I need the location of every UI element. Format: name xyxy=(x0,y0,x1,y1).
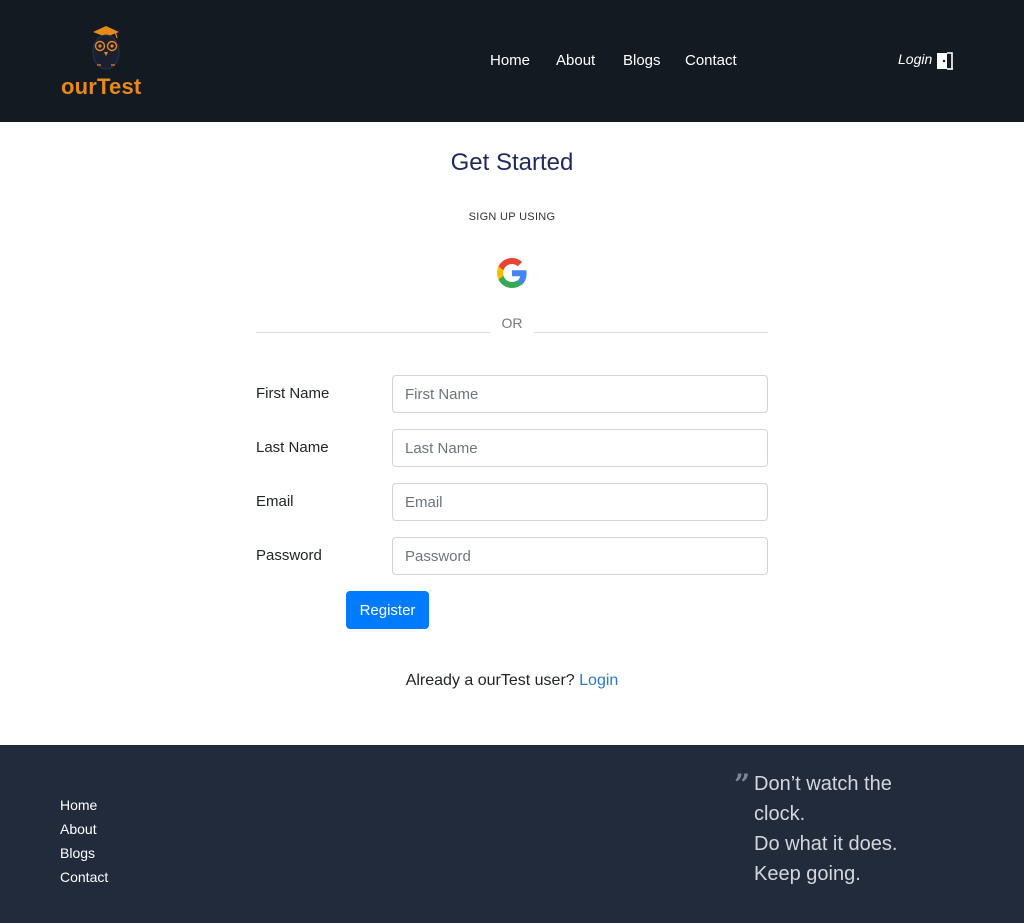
nav-blogs[interactable]: Blogs xyxy=(623,52,661,69)
nav-about[interactable]: About xyxy=(556,52,595,69)
quote-line: Keep going. xyxy=(754,863,861,885)
site-header: ourTest Home About Blogs Contact Login xyxy=(0,0,1024,122)
password-field[interactable] xyxy=(392,537,768,575)
quote-line: clock. xyxy=(754,803,806,825)
footer-link-about[interactable]: About xyxy=(60,821,97,837)
quote-line: Do what it does. xyxy=(754,833,898,855)
header-login-link[interactable]: Login xyxy=(898,51,932,67)
first-name-field[interactable] xyxy=(392,375,768,413)
brand-name: ourTest xyxy=(61,74,142,99)
footer-link-blogs[interactable]: Blogs xyxy=(60,845,95,861)
email-label: Email xyxy=(256,493,294,510)
divider-right xyxy=(534,332,768,333)
already-user-text: Already a ourTest user? Login xyxy=(0,672,1024,690)
nav-contact[interactable]: Contact xyxy=(685,52,737,69)
footer-link-contact[interactable]: Contact xyxy=(60,869,108,885)
owl-logo-icon xyxy=(92,26,120,70)
already-user-prompt: Already a ourTest user? xyxy=(405,672,575,689)
quote-mark-icon: ” xyxy=(734,768,751,801)
site-footer: Home About Blogs Contact ” Don’t watch t… xyxy=(0,745,1024,923)
last-name-label: Last Name xyxy=(256,439,329,456)
login-link[interactable]: Login xyxy=(579,672,618,689)
last-name-field[interactable] xyxy=(392,429,768,467)
divider-left xyxy=(256,332,490,333)
quote-line: Don’t watch the xyxy=(754,773,892,795)
email-field[interactable] xyxy=(392,483,768,521)
signup-using-label: SIGN UP USING xyxy=(468,211,556,223)
password-label: Password xyxy=(256,547,322,564)
google-icon[interactable] xyxy=(492,253,532,293)
door-login-icon[interactable] xyxy=(936,52,954,70)
footer-link-home[interactable]: Home xyxy=(60,797,97,813)
nav-home[interactable]: Home xyxy=(490,52,530,69)
brand-logo[interactable]: ourTest xyxy=(58,24,154,102)
first-name-label: First Name xyxy=(256,385,330,402)
register-button[interactable]: Register xyxy=(346,591,429,629)
or-separator: OR xyxy=(501,315,523,331)
page-title: Get Started xyxy=(450,149,574,176)
